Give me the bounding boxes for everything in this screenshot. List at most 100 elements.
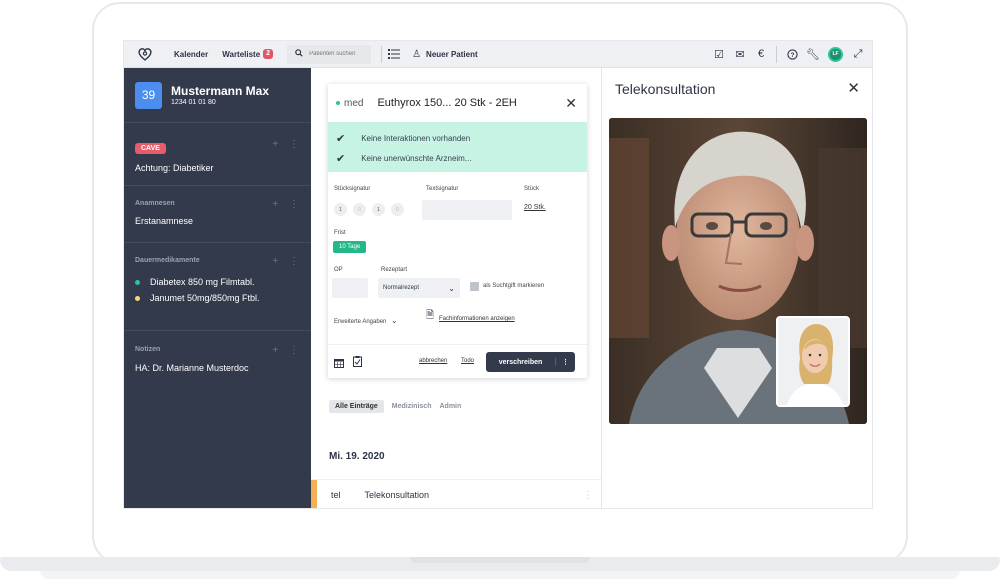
suchtgift-checkbox[interactable] (470, 282, 479, 291)
nav-kalender-label: Kalender (174, 49, 209, 59)
op-input[interactable] (332, 278, 368, 298)
user-avatar[interactable]: LF (828, 46, 843, 62)
search-icon (295, 49, 303, 59)
nav-warteliste-label: Warteliste (222, 49, 261, 59)
close-icon[interactable]: ✕ (847, 79, 860, 97)
document-icon: 🗎︎ (426, 310, 435, 321)
nav-warteliste[interactable]: Warteliste 2 (222, 49, 274, 59)
anamnesen-controls[interactable]: + ⋮ (272, 199, 303, 210)
verschreiben-label: verschreiben (498, 358, 543, 366)
suchtgift-label: als Suchtgift markieren (483, 283, 545, 289)
top-navigation-bar: Kalender Warteliste 2 ♙ Neuer Patient ☑ … (124, 41, 872, 68)
remote-video-feed[interactable] (609, 118, 867, 424)
cave-section-controls[interactable]: + ⋮ (272, 139, 303, 150)
med-list-item[interactable]: Janumet 50mg/850mg Ftbl. (135, 293, 300, 303)
timeline-date-heading: Mi. 19. 2020 (329, 451, 385, 462)
filter-medizinisch[interactable]: Medizinisch (392, 403, 432, 410)
app-logo-icon[interactable] (136, 45, 154, 63)
expand-icon[interactable]: ⤢ (852, 48, 864, 60)
erweiterte-angaben-label: Erweiterte Angaben (334, 319, 387, 325)
notizen-text[interactable]: HA: Dr. Marianne Musterdoc (135, 363, 300, 373)
notizen-section: + ⋮ Notizen HA: Dr. Marianne Musterdoc (124, 331, 311, 391)
med-brand: med (336, 98, 363, 109)
dosage-night[interactable]: 0 (391, 203, 404, 216)
check-text: Keine unerwünschte Arzneim... (361, 153, 472, 163)
calendar-icon[interactable] (334, 355, 344, 373)
fachinformationen-link[interactable]: Fachinformationen anzeigen (439, 316, 515, 322)
anamnesen-text[interactable]: Erstanamnese (135, 216, 300, 226)
clipboard-check-icon[interactable] (353, 354, 362, 372)
prescription-card: med Euthyrox 150... 20 Stk - 2EH ✕ ✔ Kei… (328, 84, 587, 378)
doctor-video-image (778, 318, 848, 405)
textsignatur-label: Textsignatur (426, 186, 459, 192)
op-label: OP (334, 267, 343, 273)
list-icon[interactable] (388, 48, 401, 60)
telekonsultation-title: Telekonsultation (615, 81, 716, 97)
med-label: Janumet 50mg/850mg Ftbl. (150, 293, 260, 303)
toolbar-divider-right (776, 45, 777, 63)
checkbox-icon[interactable]: ☑ (713, 48, 725, 61)
filter-admin[interactable]: Admin (439, 403, 461, 410)
cave-text: Achtung: Diabetiker (135, 163, 214, 173)
laptop-base (0, 557, 1000, 571)
dauermedikamente-section: + ⋮ Dauermedikamente Diabetex 850 mg Fil… (124, 243, 311, 331)
anamnesen-section: + ⋮ Anamnesen Erstanamnese (124, 186, 311, 243)
erweiterte-angaben-toggle[interactable]: Erweiterte Angaben ⌄ (334, 316, 398, 325)
med-brand-label: med (344, 97, 364, 109)
stueck-label: Stück (524, 186, 540, 192)
dauermedikamente-controls[interactable]: + ⋮ (272, 256, 303, 267)
checkmark-icon: ✔ (336, 132, 346, 145)
timeline-entry[interactable]: tel Telekonsultation ⋮ (311, 479, 601, 508)
timeline-filters: Alle Einträge Medizinisch Admin (329, 400, 461, 413)
patient-name: Mustermann Max (171, 84, 270, 98)
patient-number-badge: 39 (135, 81, 162, 109)
new-patient-button[interactable]: ♙ Neuer Patient (412, 49, 478, 60)
cancel-link[interactable]: abbrechen (419, 358, 447, 364)
rezeptart-value: Normalrezept (383, 285, 420, 291)
frist-label: Frist (334, 230, 346, 236)
patient-header[interactable]: 39 Mustermann Max 1234 01 01 80 (124, 68, 311, 123)
euro-icon[interactable]: € (755, 48, 767, 60)
dosage-morning[interactable]: 1 (334, 203, 347, 216)
self-video-thumbnail[interactable] (776, 316, 850, 407)
prescription-header: med Euthyrox 150... 20 Stk - 2EH ✕ (328, 84, 587, 122)
checkmark-icon: ✔ (336, 152, 346, 165)
entry-title: Telekonsultation (364, 490, 430, 500)
nav-kalender[interactable]: Kalender (174, 50, 208, 59)
entry-color-bar (311, 479, 317, 508)
patient-id: 1234 01 01 80 (171, 99, 216, 106)
textsignatur-input[interactable] (422, 200, 512, 220)
med-status-dot (135, 279, 140, 285)
check-row: ✔ Keine Interaktionen vorhanden (336, 128, 587, 148)
wrench-icon[interactable]: 🔧︎ (806, 48, 820, 61)
toolbar-divider (381, 45, 383, 63)
cave-badge: CAVE (135, 143, 166, 154)
chevron-down-icon: ⌄ (391, 316, 398, 325)
mail-icon[interactable]: ✉ (734, 48, 746, 61)
close-icon[interactable]: ✕ (565, 95, 577, 112)
patient-sidebar: 39 Mustermann Max 1234 01 01 80 + ⋮ CAVE… (124, 68, 311, 508)
help-icon[interactable]: ? (786, 48, 798, 60)
rezeptart-select[interactable]: Normalrezept ⌄ (378, 278, 460, 298)
patient-search[interactable] (287, 44, 372, 64)
todo-link[interactable]: Todo (461, 358, 474, 364)
notizen-controls[interactable]: + ⋮ (272, 345, 303, 356)
search-input[interactable] (309, 51, 370, 57)
med-label: Diabetex 850 mg Filmtabl. (150, 277, 255, 287)
warteliste-count-badge: 2 (263, 49, 274, 59)
check-row: ✔ Keine unerwünschte Arzneim... (336, 148, 587, 168)
frist-chip[interactable]: 10 Tage (333, 241, 367, 253)
dosage-evening[interactable]: 1 (372, 203, 385, 216)
entry-menu-icon[interactable]: ⋮ (583, 490, 593, 501)
prescription-title: Euthyrox 150... 20 Stk - 2EH (377, 97, 517, 109)
med-list-item[interactable]: Diabetex 850 mg Filmtabl. (135, 277, 300, 287)
prescription-footer: abbrechen Todo verschreiben ⋮ (328, 344, 587, 378)
more-options-icon[interactable]: ⋮ (555, 358, 575, 366)
med-status-dot (135, 295, 140, 301)
entry-type: tel (331, 490, 341, 500)
filter-alle-eintraege[interactable]: Alle Einträge (329, 400, 384, 413)
stueck-value[interactable]: 20 Stk. (524, 204, 546, 211)
rezeptart-label: Rezeptart (381, 267, 408, 273)
verschreiben-button[interactable]: verschreiben ⋮ (486, 352, 575, 372)
dosage-noon[interactable]: 0 (353, 203, 366, 216)
